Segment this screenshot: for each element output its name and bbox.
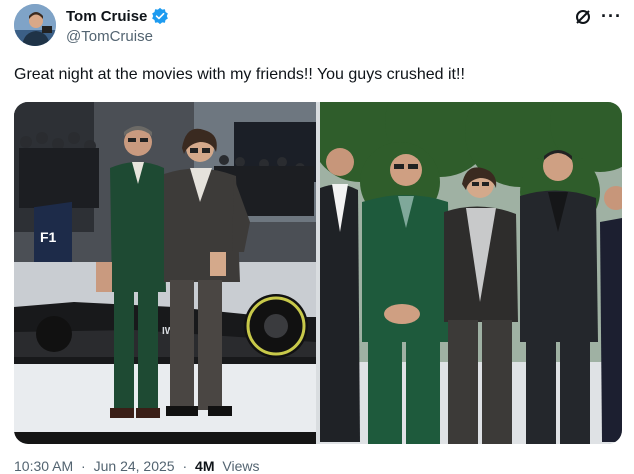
- profile-avatar[interactable]: [14, 4, 56, 46]
- views-label: Views: [222, 458, 260, 474]
- photo-left[interactable]: F1 IWC: [14, 102, 316, 444]
- verified-badge-icon: [151, 7, 169, 25]
- f1-sign-label: F1: [40, 229, 57, 245]
- display-name[interactable]: Tom Cruise: [66, 8, 147, 25]
- media-grid: F1 IWC: [14, 102, 622, 444]
- photo-right[interactable]: [320, 102, 622, 444]
- name-row: Tom Cruise: [66, 7, 169, 25]
- tweet-header: Tom Cruise @TomCruise ···: [14, 4, 626, 50]
- more-options-icon[interactable]: ···: [601, 6, 622, 27]
- user-handle[interactable]: @TomCruise: [66, 28, 153, 45]
- tweet-date[interactable]: Jun 24, 2025: [94, 458, 175, 474]
- grok-icon[interactable]: [574, 8, 592, 26]
- tweet-meta: 10:30 AM · Jun 24, 2025 · 4M Views: [14, 458, 263, 474]
- views-count: 4M: [195, 458, 215, 474]
- meta-separator-2: ·: [182, 458, 188, 474]
- tweet-text: Great night at the movies with my friend…: [14, 66, 465, 83]
- tweet-time[interactable]: 10:30 AM: [14, 458, 73, 474]
- meta-separator: ·: [81, 458, 86, 474]
